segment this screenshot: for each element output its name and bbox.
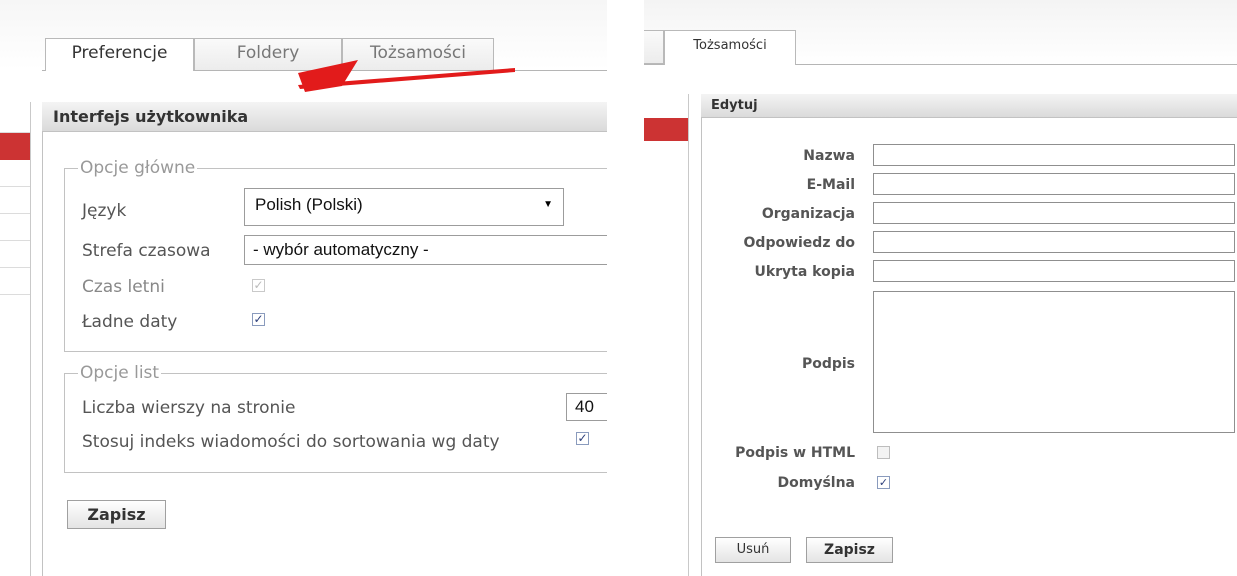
bcc-label: Ukryta kopia	[754, 264, 855, 280]
sidebar-item-active[interactable]	[644, 118, 688, 141]
list-options-fieldset	[64, 373, 607, 473]
edit-section-title: Edytuj	[701, 94, 1237, 118]
rows-per-page-label: Liczba wierszy na stronie	[82, 398, 296, 418]
signature-textarea[interactable]	[873, 291, 1235, 433]
save-button[interactable]: Zapisz	[67, 500, 166, 529]
index-sort-label: Stosuj indeks wiadomości do sortowania w…	[82, 432, 500, 452]
arrow-shaft	[298, 68, 515, 89]
reply-to-label: Odpowiedz do	[743, 235, 855, 251]
email-label: E-Mail	[806, 177, 855, 193]
html-signature-label: Podpis w HTML	[735, 445, 855, 461]
dst-label: Czas letni	[82, 277, 165, 297]
name-label: Nazwa	[803, 148, 855, 164]
bcc-input[interactable]	[873, 260, 1235, 282]
identity-panel: Tożsamości Edytuj Nazwa E-Mail Organizac…	[644, 0, 1237, 576]
language-label: Język	[82, 201, 127, 221]
tab-tozsamosci-active-label: Tożsamości	[693, 38, 767, 53]
tab-foldery-label: Foldery	[236, 43, 300, 63]
tab-foldery[interactable]: Foldery	[194, 38, 342, 70]
save-identity-button[interactable]: Zapisz	[806, 537, 893, 563]
html-signature-checkbox[interactable]	[877, 446, 890, 459]
rows-per-page-input[interactable]: 40	[566, 393, 607, 421]
organization-input[interactable]	[873, 202, 1235, 224]
index-sort-checkbox[interactable]: ✓	[576, 432, 589, 445]
main-options-legend: Opcje główne	[78, 158, 198, 178]
tab-tozsamosci[interactable]: Tożsamości	[342, 38, 494, 70]
default-label: Domyślna	[777, 475, 856, 491]
sidebar-item-active[interactable]	[0, 133, 30, 160]
tab-tozsamosci-active[interactable]: Tożsamości	[664, 30, 796, 65]
language-select-value: Polish (Polski)	[255, 195, 363, 214]
timezone-select[interactable]: - wybór automatyczny -	[244, 235, 607, 265]
signature-label: Podpis	[801, 356, 855, 372]
language-select[interactable]: Polish (Polski) ▼	[244, 188, 564, 226]
pretty-dates-checkbox[interactable]: ✓	[252, 313, 265, 326]
section-title: Interfejs użytkownika	[42, 102, 607, 132]
preferences-panel: Foldery Tożsamości Preferencje Interfejs…	[0, 0, 607, 576]
dst-checkbox[interactable]: ✓	[252, 279, 265, 292]
timezone-select-value: - wybór automatyczny -	[253, 240, 429, 259]
reply-to-input[interactable]	[873, 231, 1235, 253]
tab-tozsamosci-label: Tożsamości	[370, 43, 466, 63]
default-checkbox[interactable]: ✓	[877, 476, 890, 489]
tab-preferencje[interactable]: Preferencje	[45, 38, 194, 71]
tab-preferencje-label: Preferencje	[71, 43, 168, 63]
rows-per-page-value: 40	[575, 397, 594, 416]
list-options-legend: Opcje list	[78, 363, 162, 383]
pretty-dates-label: Ładne daty	[82, 312, 178, 332]
chevron-down-icon: ▼	[543, 199, 553, 210]
organization-label: Organizacja	[761, 206, 855, 222]
name-input[interactable]	[873, 144, 1235, 166]
tab-partial[interactable]	[644, 30, 664, 64]
delete-button[interactable]: Usuń	[715, 537, 791, 563]
timezone-label: Strefa czasowa	[82, 241, 211, 261]
email-input[interactable]	[873, 173, 1235, 195]
